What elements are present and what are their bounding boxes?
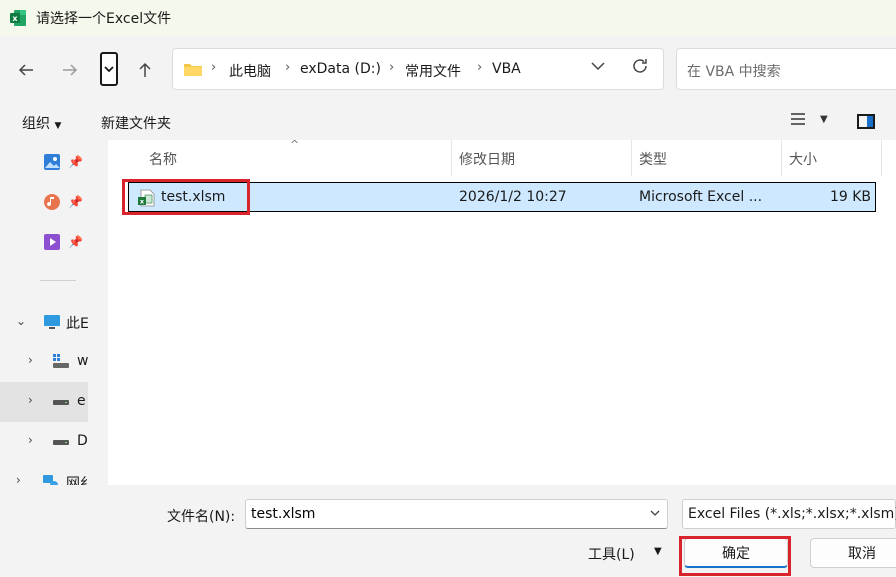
chevron-right-icon[interactable]: › [16,473,21,485]
search-box[interactable]: 在 VBA 中搜索 [676,48,896,90]
refresh-button[interactable] [631,57,649,80]
sidebar-item-label: D [77,433,88,449]
chevron-down-icon [591,62,605,71]
column-separator[interactable] [881,140,882,176]
pin-icon: 📌 [68,195,83,209]
breadcrumb-drive[interactable]: exData (D:) [300,61,381,77]
drive-icon [53,400,69,405]
sidebar-item-label: w [77,353,88,369]
title-bar: x 请选择一个Excel文件 [0,0,896,36]
file-modified: 2026/1/2 10:27 [459,189,567,205]
column-header-size[interactable]: 大小 [789,140,817,176]
breadcrumb-separator: › [389,60,395,75]
breadcrumb-separator: › [211,60,217,75]
navigation-pane: 📌 📌 📌 ⌄ 此E › w › e › D › 网纟 [0,140,88,485]
sidebar-item-data-drive[interactable]: › D [0,422,88,462]
sort-ascending-icon: ^ [290,138,300,151]
pictures-icon [44,154,60,170]
up-button[interactable] [133,58,157,82]
sidebar-divider [40,280,76,281]
chevron-right-icon[interactable]: › [28,433,33,447]
search-placeholder: 在 VBA 中搜索 [687,64,781,80]
breadcrumb-separator: › [285,60,291,75]
arrow-up-icon [139,62,151,77]
cancel-button[interactable]: 取消 [810,538,896,568]
file-type-filter[interactable]: Excel Files (*.xls;*.xlsx;*.xlsm) [682,499,896,529]
sidebar-item-this-pc[interactable]: ⌄ 此E [0,302,88,342]
column-header-modified[interactable]: 修改日期 [459,140,515,176]
file-list: ^ 名称 修改日期 类型 大小 x test.xlsm 2026/1/2 10:… [108,138,896,485]
filename-input[interactable] [245,499,668,529]
list-view-icon [791,113,805,125]
sidebar-item-label: 此E [66,316,88,332]
filename-dropdown-button[interactable] [650,506,660,520]
ok-button[interactable]: 确定 [684,538,788,568]
address-bar[interactable]: › 此电脑 › exData (D:) › 常用文件 › VBA [172,48,664,90]
file-name: test.xlsm [161,189,226,205]
organize-button[interactable]: 组织 ▼ [22,113,61,133]
file-type: Microsoft Excel ... [639,189,763,205]
chevron-right-icon[interactable]: › [28,353,33,367]
windows-drive-icon [53,354,69,368]
filename-label: 文件名(N): [167,509,236,525]
view-options-button[interactable] [790,111,806,130]
pin-icon: 📌 [68,235,83,249]
folder-icon [184,64,202,76]
table-row[interactable]: x test.xlsm 2026/1/2 10:27 Microsoft Exc… [128,182,876,212]
svg-text:x: x [12,14,18,23]
network-icon [43,475,58,485]
music-icon [44,194,60,210]
caret-down-icon[interactable]: ▼ [654,546,662,557]
column-header-type[interactable]: 类型 [639,140,667,176]
new-folder-button[interactable]: 新建文件夹 [101,113,171,133]
breadcrumb-current[interactable]: VBA [492,61,521,77]
sidebar-item-pictures[interactable]: 📌 [0,142,88,182]
refresh-icon [633,59,647,73]
preview-pane-icon[interactable] [857,114,875,129]
file-size: 19 KB [829,189,871,205]
address-dropdown-button[interactable] [591,59,605,75]
column-separator[interactable] [781,140,782,176]
chevron-right-icon[interactable]: › [28,393,33,407]
this-pc-icon [44,315,60,329]
column-separator[interactable] [631,140,632,176]
excel-file-icon: x [138,189,155,207]
caret-down-icon: ▼ [54,121,62,131]
dialog-footer: 文件名(N): Excel Files (*.xls;*.xlsx;*.xlsm… [0,485,896,577]
filter-value: Excel Files (*.xls;*.xlsx;*.xlsm) [688,506,896,522]
drive-icon [53,440,69,445]
arrow-left-icon [18,64,33,76]
sidebar-item-label: 网纟 [66,476,88,485]
column-header-name[interactable]: 名称 [149,140,177,176]
chevron-down-icon [104,66,114,73]
pin-icon: 📌 [68,155,83,169]
sidebar-item-network[interactable]: › 网纟 [0,462,88,485]
tools-button[interactable]: 工具(L) [588,544,635,564]
sidebar-item-windows-drive[interactable]: › w [0,342,88,382]
forward-button[interactable] [58,58,82,82]
chevron-down-icon [650,510,660,516]
sidebar-item-label: e [77,393,86,409]
chevron-down-icon[interactable]: ⌄ [16,314,26,328]
videos-icon [44,234,60,250]
breadcrumb-separator: › [477,60,483,75]
excel-app-icon: x [10,10,26,26]
organize-label: 组织 [22,116,50,132]
sidebar-item-music[interactable]: 📌 [0,182,88,222]
recent-locations-button[interactable] [100,52,118,86]
breadcrumb-folder[interactable]: 常用文件 [405,61,461,81]
sidebar-item-videos[interactable]: 📌 [0,222,88,262]
window-title: 请选择一个Excel文件 [36,11,172,27]
breadcrumb-this-pc[interactable]: 此电脑 [229,61,271,81]
column-separator[interactable] [451,140,452,176]
arrow-right-icon [63,64,78,76]
back-button[interactable] [14,58,38,82]
caret-down-icon[interactable]: ▼ [820,114,828,125]
navigation-bar: › 此电脑 › exData (D:) › 常用文件 › VBA 在 VBA 中… [0,36,896,102]
sidebar-item-exdata-drive[interactable]: › e [0,382,88,422]
command-bar: 组织 ▼ 新建文件夹 ▼ [0,102,896,140]
